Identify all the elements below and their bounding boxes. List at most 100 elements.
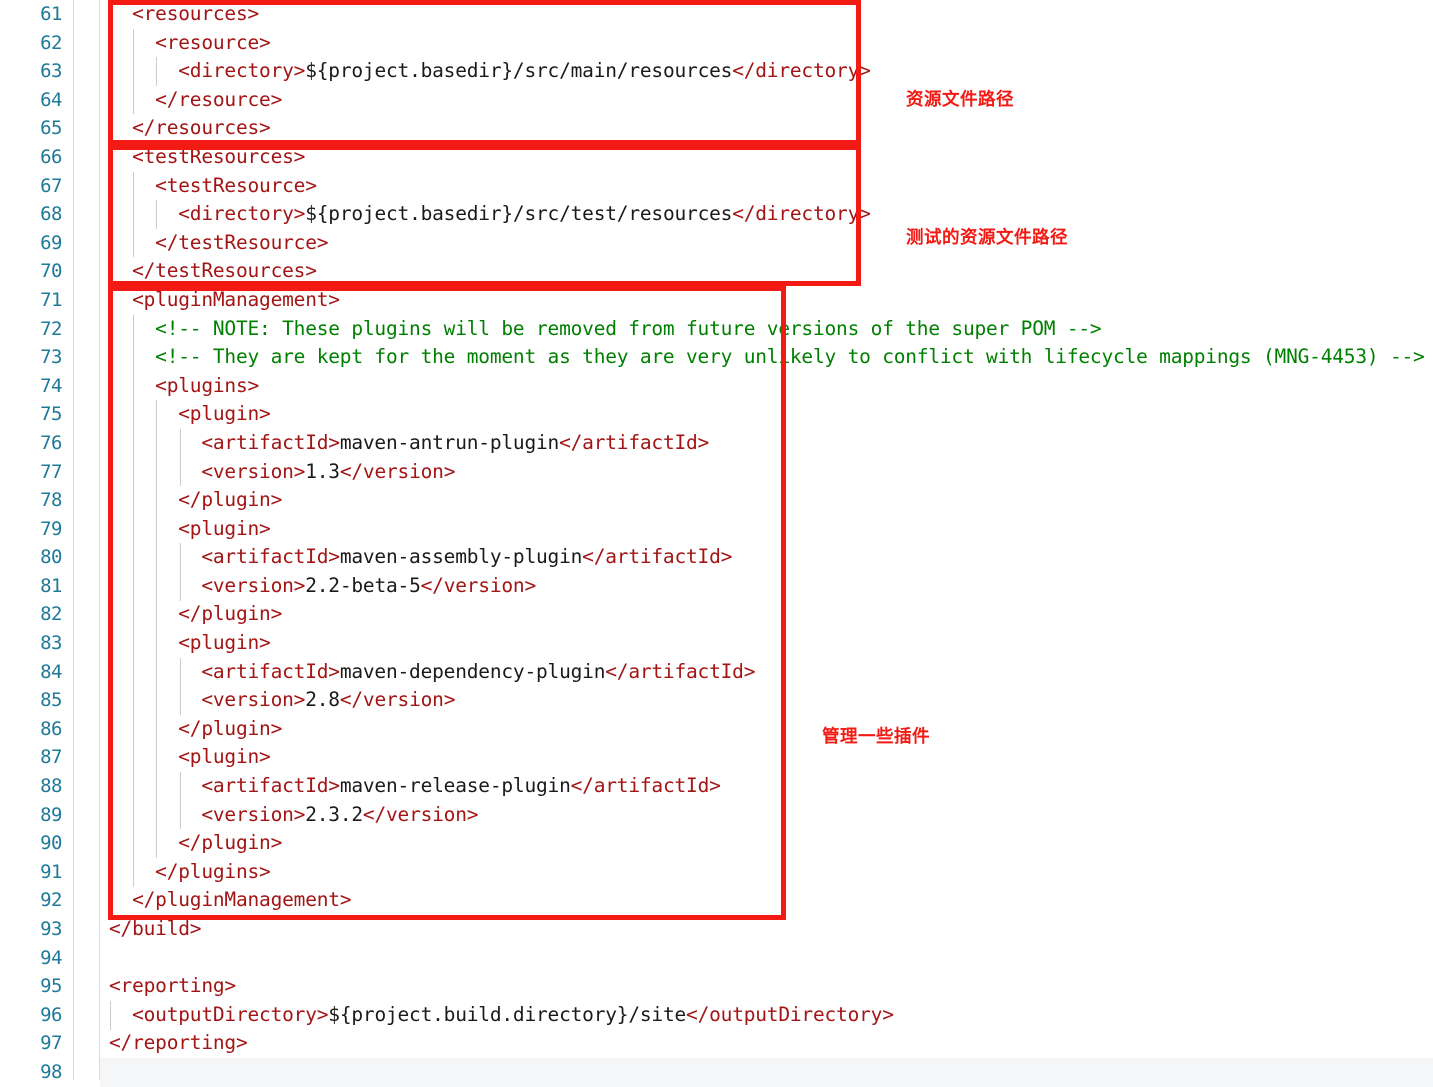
line-number: 64: [40, 88, 62, 111]
code-line[interactable]: </testResources>: [100, 257, 1433, 286]
indent-guide: [156, 715, 158, 744]
code-line[interactable]: <resource>: [100, 29, 1433, 58]
code-token: maven-assembly-plugin: [339, 545, 583, 569]
code-token: <artifactId>: [201, 774, 340, 798]
code-line[interactable]: </plugin>: [100, 600, 1433, 629]
code-line[interactable]: </reporting>: [100, 1029, 1433, 1058]
code-token: ${project.basedir}/src/main/resources: [305, 59, 733, 83]
code-line[interactable]: </plugins>: [100, 858, 1433, 887]
code-line[interactable]: [100, 1057, 1433, 1087]
indent-guide: [109, 686, 111, 715]
code-token: 2.8: [305, 688, 340, 712]
code-area[interactable]: <resources> <resource> <directory>${proj…: [100, 0, 1433, 1087]
indent-guide: [132, 829, 134, 858]
code-line[interactable]: <plugin>: [100, 515, 1433, 544]
code-line[interactable]: </resources>: [100, 114, 1433, 143]
indent-guide: [109, 629, 111, 658]
indent-guide: [156, 629, 158, 658]
code-line[interactable]: <artifactId>maven-dependency-plugin</art…: [100, 658, 1433, 687]
indent-guide: [132, 657, 134, 687]
indent-guide: [109, 543, 111, 572]
code-token: </plugin>: [178, 716, 283, 740]
code-token: maven-dependency-plugin: [339, 659, 606, 683]
code-line[interactable]: </pluginManagement>: [100, 886, 1433, 915]
code-line[interactable]: <reporting>: [100, 972, 1433, 1001]
indent-guide: [132, 772, 134, 801]
code-token: <pluginManagement>: [132, 287, 340, 311]
code-token: <version>: [201, 688, 306, 712]
line-number: 70: [40, 260, 62, 283]
code-line[interactable]: <artifactId>maven-release-plugin</artifa…: [100, 772, 1433, 801]
code-line[interactable]: <!-- NOTE: These plugins will be removed…: [100, 315, 1433, 344]
line-number: 92: [40, 889, 62, 912]
code-line[interactable]: <!-- They are kept for the moment as the…: [100, 343, 1433, 372]
code-line[interactable]: <version>2.2-beta-5</version>: [100, 572, 1433, 601]
line-number: 71: [40, 288, 62, 311]
line-number: 96: [40, 1003, 62, 1026]
code-line[interactable]: </plugin>: [100, 486, 1433, 515]
indent-guide: [109, 0, 111, 29]
code-line[interactable]: <version>2.3.2</version>: [100, 801, 1433, 830]
indent-guide: [109, 743, 111, 773]
code-line[interactable]: <directory>${project.basedir}/src/main/r…: [100, 57, 1433, 86]
line-number: 76: [40, 431, 62, 454]
indent-guide: [179, 686, 181, 715]
indent-guide: [109, 314, 111, 344]
code-line[interactable]: [100, 944, 1433, 973]
code-line[interactable]: </plugin>: [100, 829, 1433, 858]
code-line[interactable]: <plugin>: [100, 400, 1433, 429]
indent-guide: [132, 858, 134, 887]
code-token: <resource>: [155, 30, 271, 54]
code-line[interactable]: </plugin>: [100, 715, 1433, 744]
code-line[interactable]: <resources>: [100, 0, 1433, 29]
code-token: 2.2-beta-5: [305, 573, 421, 597]
code-token: maven-antrun-plugin: [339, 430, 560, 454]
indent-guide: [156, 457, 158, 487]
code-line[interactable]: <version>2.8</version>: [100, 686, 1433, 715]
code-line[interactable]: <testResources>: [100, 143, 1433, 172]
line-number: 91: [40, 860, 62, 883]
code-line[interactable]: <outputDirectory>${project.build.directo…: [100, 1001, 1433, 1030]
indent-guide: [109, 257, 111, 286]
code-line[interactable]: <plugin>: [100, 629, 1433, 658]
code-token: <plugin>: [178, 631, 271, 655]
code-line[interactable]: <artifactId>maven-assembly-plugin</artif…: [100, 543, 1433, 572]
indent-guide: [132, 486, 134, 515]
code-token: ${project.basedir}/src/test/resources: [305, 202, 733, 226]
indent-guide: [179, 543, 181, 572]
code-token: <directory>: [178, 59, 306, 83]
code-token: <reporting>: [109, 974, 236, 998]
line-number: 66: [40, 145, 62, 168]
code-line[interactable]: <version>1.3</version>: [100, 458, 1433, 487]
code-line[interactable]: <plugins>: [100, 372, 1433, 401]
line-number: 93: [40, 918, 62, 940]
code-line[interactable]: </resource>: [100, 86, 1433, 115]
line-number: 78: [40, 489, 62, 512]
indent-guide: [109, 114, 111, 143]
code-token: </version>: [339, 688, 456, 712]
line-number: 84: [40, 660, 62, 683]
line-number: 83: [40, 632, 62, 655]
code-token: <!-- They are kept for the moment as the…: [155, 345, 1425, 369]
code-line[interactable]: <artifactId>maven-antrun-plugin</artifac…: [100, 429, 1433, 458]
indent-guide: [109, 858, 111, 887]
code-line[interactable]: </build>: [100, 915, 1433, 944]
code-line[interactable]: <directory>${project.basedir}/src/test/r…: [100, 200, 1433, 229]
code-line[interactable]: </testResource>: [100, 229, 1433, 258]
line-number: 61: [40, 3, 62, 25]
code-token: <plugin>: [178, 516, 271, 540]
code-token: </version>: [362, 802, 479, 826]
code-token: <plugins>: [155, 373, 260, 397]
line-number: 69: [40, 231, 62, 254]
indent-guide: [132, 28, 134, 58]
code-line[interactable]: <pluginManagement>: [100, 286, 1433, 315]
code-token: <outputDirectory>: [132, 1002, 329, 1026]
code-token: <artifactId>: [201, 545, 340, 569]
code-token: <version>: [201, 573, 306, 597]
code-token: </version>: [339, 459, 456, 483]
indent-guide: [132, 171, 134, 201]
indent-guide: [109, 886, 111, 916]
code-line[interactable]: <plugin>: [100, 743, 1433, 772]
line-number: 85: [40, 689, 62, 712]
code-line[interactable]: <testResource>: [100, 172, 1433, 201]
